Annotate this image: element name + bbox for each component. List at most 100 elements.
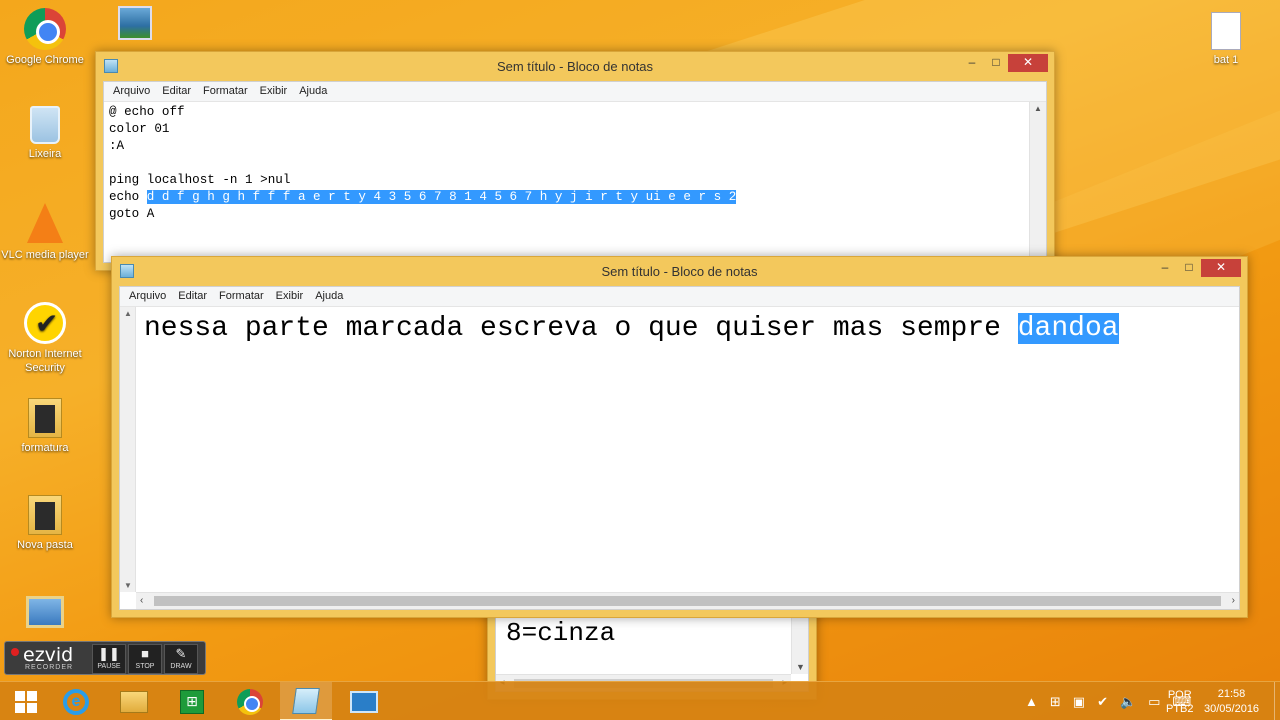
window-title: Sem título - Bloco de notas xyxy=(601,264,758,279)
editor-line: @ echo off xyxy=(109,105,185,119)
volume-icon[interactable]: 🔈 xyxy=(1120,694,1136,710)
remote-desktop-icon xyxy=(350,690,378,713)
clock-time: 21:58 xyxy=(1217,687,1246,700)
desktop-icon-formatura[interactable]: formatura xyxy=(0,398,90,455)
norton-tray-icon[interactable]: ✔ xyxy=(1097,694,1108,710)
scroll-down-icon[interactable]: ▼ xyxy=(124,581,132,590)
stop-icon: ■ xyxy=(141,646,149,661)
menu-bar: Arquivo Editar Formatar Exibir Ajuda xyxy=(120,287,1239,307)
recycle-bin-icon xyxy=(30,106,60,144)
pause-label: PAUSE xyxy=(97,663,121,670)
editor-text[interactable]: 8=cinza xyxy=(506,618,615,648)
desktop-icon-nova-pasta[interactable]: Nova pasta xyxy=(0,495,90,552)
menu-ajuda[interactable]: Ajuda xyxy=(293,82,333,101)
keyboard-layout: PTB2 xyxy=(1166,702,1194,715)
draw-button[interactable]: ✎ DRAW xyxy=(164,644,198,674)
notepad-window-script[interactable]: Sem título - Bloco de notas – □ ✕ Arquiv… xyxy=(95,51,1055,271)
network-error-icon[interactable]: ▣ xyxy=(1073,694,1085,710)
stop-label: STOP xyxy=(135,663,155,670)
text-editor[interactable]: @ echo off color 01:A ​ping localhost -n 1… xyxy=(104,102,1046,225)
movie-maker-icon xyxy=(26,596,64,628)
desktop-icon-label: VLC media player xyxy=(1,249,89,261)
windows-flag-icon[interactable]: ⊞ xyxy=(1050,694,1061,710)
menu-formatar[interactable]: Formatar xyxy=(213,287,270,306)
chrome-icon xyxy=(24,8,66,50)
menu-ajuda[interactable]: Ajuda xyxy=(309,287,349,306)
maximize-button[interactable]: □ xyxy=(984,54,1008,72)
scroll-left-icon[interactable]: ‹ xyxy=(140,595,143,606)
folder-icon xyxy=(28,398,62,438)
vertical-scrollbar[interactable]: ▲ ▼ xyxy=(120,307,136,592)
scroll-up-icon[interactable]: ▲ xyxy=(1034,104,1042,113)
desktop-icon-vlc[interactable]: VLC media player xyxy=(0,203,90,262)
desktop-icon-label: Lixeira xyxy=(28,148,62,160)
pause-icon: ❚❚ xyxy=(98,646,120,661)
title-bar[interactable]: Sem título - Bloco de notas – □ ✕ xyxy=(112,257,1247,285)
battery-icon[interactable]: ▭ xyxy=(1148,694,1160,710)
maximize-button[interactable]: □ xyxy=(1177,259,1201,277)
desktop-icon-norton[interactable]: Norton Internet Security xyxy=(0,302,90,375)
start-button[interactable] xyxy=(0,682,52,720)
clock[interactable]: 21:58 30/05/2016 xyxy=(1204,682,1270,720)
menu-exibir[interactable]: Exibir xyxy=(270,287,310,306)
chevron-up-icon[interactable]: ▲ xyxy=(1025,694,1038,709)
taskbar-store[interactable]: ⊞ xyxy=(166,682,218,720)
horizontal-scrollbar[interactable]: ‹ › xyxy=(136,592,1239,609)
folder-icon xyxy=(28,495,62,535)
taskbar-remote-desktop[interactable] xyxy=(338,682,390,720)
ezvid-logo: ezvid xyxy=(23,644,74,666)
taskbar-file-explorer[interactable] xyxy=(108,682,160,720)
menu-formatar[interactable]: Formatar xyxy=(197,82,254,101)
notepad-icon xyxy=(292,687,320,714)
photo-app-icon xyxy=(118,6,152,40)
taskbar: e ⊞ ▲ ⊞ ▣ ✔ 🔈 ▭ ⌨ POR PTB2 21:58 30/05/201… xyxy=(0,681,1280,720)
draw-label: DRAW xyxy=(170,663,192,670)
selected-text: d d f g h g h f f f a e r t y 4 3 5 6 7 … xyxy=(146,190,737,204)
ezvid-recorder-widget: ezvid RECORDER ❚❚ PAUSE ■ STOP ✎ DRAW xyxy=(4,641,206,675)
text-file-icon xyxy=(1211,12,1241,50)
window-title: Sem título - Bloco de notas xyxy=(496,59,654,74)
scroll-right-icon[interactable]: › xyxy=(1232,595,1235,606)
desktop-icon-photo[interactable] xyxy=(90,6,180,43)
scroll-up-icon[interactable]: ▲ xyxy=(124,309,132,318)
vertical-scrollbar[interactable]: ▲ xyxy=(1029,102,1046,262)
minimize-button[interactable]: – xyxy=(960,54,984,72)
editor-line: color 01 xyxy=(109,122,170,136)
menu-editar[interactable]: Editar xyxy=(172,287,213,306)
menu-exibir[interactable]: Exibir xyxy=(254,82,294,101)
selected-text: dandoa xyxy=(1017,313,1119,344)
record-indicator-icon xyxy=(11,648,19,656)
menu-arquivo[interactable]: Arquivo xyxy=(107,82,156,101)
language-indicator[interactable]: POR PTB2 xyxy=(1166,682,1196,720)
editor-text: nessa parte marcada escreva o que quiser… xyxy=(144,313,1018,344)
norton-check-icon xyxy=(24,302,66,344)
menu-arquivo[interactable]: Arquivo xyxy=(123,287,172,306)
desktop-icon-bat1[interactable]: bat 1 xyxy=(1181,12,1271,67)
text-editor[interactable]: nessa parte marcada escreva o que quiser… xyxy=(144,313,1119,344)
show-desktop-button[interactable] xyxy=(1274,682,1280,720)
pause-button[interactable]: ❚❚ PAUSE xyxy=(92,644,126,674)
windows-logo-icon xyxy=(15,690,37,713)
notepad-window-instructions[interactable]: Sem título - Bloco de notas – □ ✕ Arquiv… xyxy=(111,256,1248,618)
clock-date: 30/05/2016 xyxy=(1204,702,1260,715)
desktop-icon-label: Google Chrome xyxy=(6,54,84,66)
minimize-button[interactable]: – xyxy=(1153,259,1177,277)
close-button[interactable]: ✕ xyxy=(1008,54,1048,72)
desktop-icon-lixeira[interactable]: Lixeira xyxy=(0,106,90,161)
file-explorer-icon xyxy=(120,690,148,713)
desktop-icon-movie-maker[interactable] xyxy=(0,596,90,631)
desktop-icon-label: Nova pasta xyxy=(17,539,73,551)
taskbar-chrome[interactable] xyxy=(224,682,276,720)
desktop-icon-google-chrome[interactable]: Google Chrome xyxy=(0,8,90,67)
taskbar-internet-explorer[interactable]: e xyxy=(50,682,102,720)
menu-bar: Arquivo Editar Formatar Exibir Ajuda xyxy=(104,82,1046,102)
scroll-thumb[interactable] xyxy=(154,596,1221,606)
store-icon: ⊞ xyxy=(180,689,204,714)
scroll-down-icon[interactable]: ▼ xyxy=(796,662,805,672)
taskbar-notepad[interactable] xyxy=(280,682,332,720)
desktop-icon-label: formatura xyxy=(21,442,69,454)
title-bar[interactable]: Sem título - Bloco de notas – □ ✕ xyxy=(96,52,1054,80)
close-button[interactable]: ✕ xyxy=(1201,259,1241,277)
menu-editar[interactable]: Editar xyxy=(156,82,197,101)
stop-button[interactable]: ■ STOP xyxy=(128,644,162,674)
